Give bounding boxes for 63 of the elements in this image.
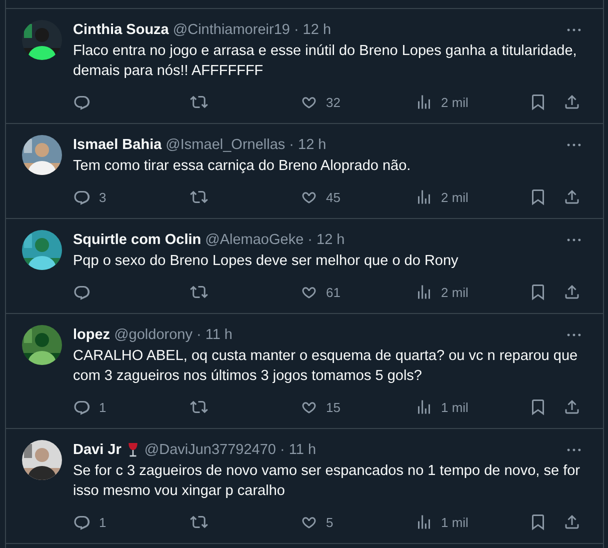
views-icon[interactable] — [415, 398, 433, 416]
reply-count: 1 — [99, 400, 106, 414]
bookmark-icon[interactable] — [529, 93, 547, 111]
views-icon[interactable] — [415, 93, 433, 111]
tweet-text: Flaco entra no jogo e arrasa e esse inútil do Breno Lopes ganha a titularidade, demais para nós!! AFFFFFFF — [73, 42, 578, 81]
like-count: 32 — [326, 94, 340, 110]
reply-icon[interactable] — [73, 188, 91, 206]
repost-icon[interactable] — [190, 188, 208, 206]
post-time[interactable]: · 11 h — [280, 440, 316, 460]
share-icon[interactable] — [563, 93, 581, 111]
views-icon[interactable] — [415, 513, 433, 531]
author-name[interactable]: Ismael Bahia — [73, 135, 162, 155]
view-count: 2 mil — [441, 284, 468, 300]
bookmark-icon[interactable] — [529, 398, 547, 416]
repost-icon[interactable] — [190, 513, 208, 531]
tweet-text: Pqp o sexo do Breno Lopes deve ser melhor que o do Rony — [73, 252, 460, 271]
views-icon[interactable] — [415, 283, 433, 301]
author-handle[interactable]: @DaviJun37792470 — [144, 440, 276, 460]
more-icon[interactable] — [567, 448, 581, 452]
view-count: 1 mil — [441, 514, 468, 530]
reply-count: 1 — [99, 514, 106, 530]
reply-icon[interactable] — [73, 398, 91, 416]
reply-icon[interactable] — [73, 513, 91, 531]
author-name[interactable]: Cinthia Souza — [73, 20, 169, 40]
share-icon[interactable] — [563, 283, 581, 301]
repost-icon[interactable] — [190, 93, 208, 111]
share-icon[interactable] — [563, 513, 581, 531]
more-icon[interactable] — [567, 143, 581, 147]
like-count: 61 — [326, 284, 340, 300]
share-icon[interactable] — [563, 188, 581, 206]
like-count: 15 — [326, 400, 340, 414]
post-time[interactable]: · 11 h — [196, 325, 232, 345]
bookmark-icon[interactable] — [529, 513, 547, 531]
author-handle[interactable]: @goldorony — [114, 325, 192, 345]
author-name[interactable]: lopez — [73, 325, 110, 345]
author-handle[interactable]: @Cinthiamoreir19 — [172, 20, 290, 40]
tweet-text: Tem como tirar essa carniça do Breno Aloprado não. — [73, 157, 412, 176]
tweet-text: CARALHO ABEL, oq custa manter o esquema de quarta? ou vc n reparou que com 3 zagueiros nos últimos 3 jogos tomamos 5 gols? — [73, 347, 579, 386]
author-handle[interactable]: @AlemaoGeke — [205, 230, 304, 250]
post-time[interactable]: · 12 h — [294, 20, 332, 40]
more-icon[interactable] — [567, 333, 581, 337]
like-count: 5 — [326, 514, 334, 530]
view-count: 2 mil — [441, 94, 468, 110]
author-name[interactable]: Squirtle com Oclin — [73, 230, 202, 250]
reply-count: 3 — [99, 190, 106, 204]
reply-icon[interactable] — [73, 283, 91, 301]
author-handle[interactable]: @Ismael_Ornellas — [166, 135, 286, 155]
repost-icon[interactable] — [190, 398, 208, 416]
tweet-text: Se for c 3 zagueiros de novo vamo ser espancados no 1 tempo de novo, se for isso mesmo vou xingar p caralho — [73, 462, 581, 501]
views-icon[interactable] — [415, 188, 433, 206]
repost-icon[interactable] — [190, 283, 208, 301]
view-count: 1 mil — [441, 400, 468, 414]
author-name[interactable]: Davi Jr — [73, 440, 122, 460]
bookmark-icon[interactable] — [529, 188, 547, 206]
view-count: 2 mil — [441, 190, 468, 204]
more-icon[interactable] — [567, 28, 581, 32]
reply-icon[interactable] — [73, 93, 91, 111]
more-icon[interactable] — [567, 238, 581, 242]
post-time[interactable]: · 12 h — [289, 135, 326, 155]
bookmark-icon[interactable] — [529, 283, 547, 301]
share-icon[interactable] — [563, 398, 581, 416]
post-time[interactable]: · 12 h — [308, 230, 345, 250]
like-count: 45 — [326, 190, 340, 204]
